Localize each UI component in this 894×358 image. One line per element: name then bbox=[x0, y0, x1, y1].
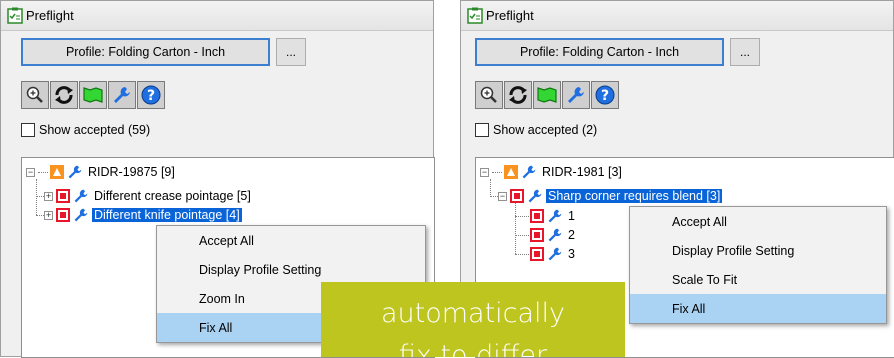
preflight-icon bbox=[7, 7, 23, 24]
fit-to-area-icon[interactable] bbox=[79, 81, 107, 109]
wrench-icon bbox=[522, 165, 536, 179]
tree-node-label: RIDR-1981 [3] bbox=[542, 165, 622, 179]
warning-icon bbox=[504, 165, 518, 179]
caption-line-1: automatically bbox=[380, 298, 566, 329]
svg-text:?: ? bbox=[601, 88, 609, 104]
caption-banner: automatically fix to differ bbox=[321, 282, 625, 357]
refresh-icon[interactable] bbox=[50, 81, 78, 109]
panel-titlebar: Preflight bbox=[461, 1, 893, 31]
show-accepted-label: Show accepted (2) bbox=[493, 123, 598, 137]
menu-item-fix-all[interactable]: Fix All bbox=[630, 294, 886, 323]
tree-node-leaf[interactable]: 1 bbox=[530, 207, 577, 225]
wrench-icon bbox=[548, 228, 562, 242]
wrench-icon[interactable] bbox=[108, 81, 136, 109]
profile-more-button[interactable]: ... bbox=[730, 38, 760, 66]
refresh-icon[interactable] bbox=[504, 81, 532, 109]
error-icon bbox=[56, 189, 70, 203]
zoom-icon[interactable] bbox=[21, 81, 49, 109]
tree-node-label: Different knife pointage [4] bbox=[92, 208, 242, 222]
menu-item-display-profile-setting[interactable]: Display Profile Setting bbox=[157, 255, 425, 284]
context-menu-right: Accept All Display Profile Setting Scale… bbox=[629, 206, 887, 324]
error-icon bbox=[530, 228, 544, 242]
panel-title: Preflight bbox=[486, 8, 534, 23]
show-accepted-row[interactable]: Show accepted (2) bbox=[475, 123, 597, 137]
tree-node-label: RIDR-19875 [9] bbox=[88, 165, 175, 179]
caption-line-2: fix to differ bbox=[398, 340, 548, 357]
help-icon[interactable]: ? bbox=[591, 81, 619, 109]
tree-node-label: Sharp corner requires blend [3] bbox=[546, 189, 723, 203]
menu-item-accept-all[interactable]: Accept All bbox=[630, 207, 886, 236]
tree-node-label: 1 bbox=[568, 209, 575, 223]
panel-title: Preflight bbox=[26, 8, 74, 23]
show-accepted-checkbox[interactable] bbox=[21, 123, 35, 137]
wrench-icon bbox=[74, 208, 88, 222]
tree-node-label: Different crease pointage [5] bbox=[94, 189, 251, 203]
panel-titlebar: Preflight bbox=[1, 1, 433, 31]
menu-item-scale-to-fit[interactable]: Scale To Fit bbox=[630, 265, 886, 294]
wrench-icon[interactable] bbox=[562, 81, 590, 109]
warning-icon bbox=[50, 165, 64, 179]
wrench-icon bbox=[68, 165, 82, 179]
svg-text:?: ? bbox=[147, 88, 155, 104]
expand-icon[interactable]: + bbox=[44, 210, 53, 220]
error-icon bbox=[530, 247, 544, 261]
wrench-icon bbox=[528, 189, 542, 203]
collapse-icon[interactable]: − bbox=[26, 167, 35, 177]
tree-node-label: 2 bbox=[568, 228, 575, 242]
preflight-toolbar: ? bbox=[475, 81, 620, 109]
wrench-icon bbox=[548, 209, 562, 223]
show-accepted-checkbox[interactable] bbox=[475, 123, 489, 137]
tree-node-child[interactable]: + Different crease pointage [5] bbox=[44, 187, 253, 205]
profile-more-button[interactable]: ... bbox=[276, 38, 306, 66]
wrench-icon bbox=[74, 189, 88, 203]
expand-icon[interactable]: + bbox=[44, 191, 53, 201]
show-accepted-row[interactable]: Show accepted (59) bbox=[21, 123, 150, 137]
menu-item-accept-all[interactable]: Accept All bbox=[157, 226, 425, 255]
error-icon bbox=[530, 209, 544, 223]
collapse-icon[interactable]: − bbox=[498, 191, 507, 201]
tree-node-root[interactable]: − RIDR-19875 [9] bbox=[26, 163, 177, 181]
tree-node-label: 3 bbox=[568, 247, 575, 261]
help-icon[interactable]: ? bbox=[137, 81, 165, 109]
zoom-icon[interactable] bbox=[475, 81, 503, 109]
error-icon bbox=[56, 208, 70, 222]
tree-node-leaf[interactable]: 3 bbox=[530, 245, 577, 263]
fit-to-area-icon[interactable] bbox=[533, 81, 561, 109]
error-icon bbox=[510, 189, 524, 203]
profile-button[interactable]: Profile: Folding Carton - Inch bbox=[475, 38, 724, 66]
tree-node-child-selected[interactable]: − Sharp corner requires blend [3] bbox=[498, 187, 723, 205]
tree-node-leaf[interactable]: 2 bbox=[530, 226, 577, 244]
preflight-icon bbox=[467, 7, 483, 24]
preflight-toolbar: ? bbox=[21, 81, 166, 109]
profile-button[interactable]: Profile: Folding Carton - Inch bbox=[21, 38, 270, 66]
collapse-icon[interactable]: − bbox=[480, 167, 489, 177]
tree-node-child-selected[interactable]: + Different knife pointage [4] bbox=[44, 206, 242, 224]
tree-node-root[interactable]: − RIDR-1981 [3] bbox=[480, 163, 624, 181]
menu-item-display-profile-setting[interactable]: Display Profile Setting bbox=[630, 236, 886, 265]
show-accepted-label: Show accepted (59) bbox=[39, 123, 151, 137]
wrench-icon bbox=[548, 247, 562, 261]
